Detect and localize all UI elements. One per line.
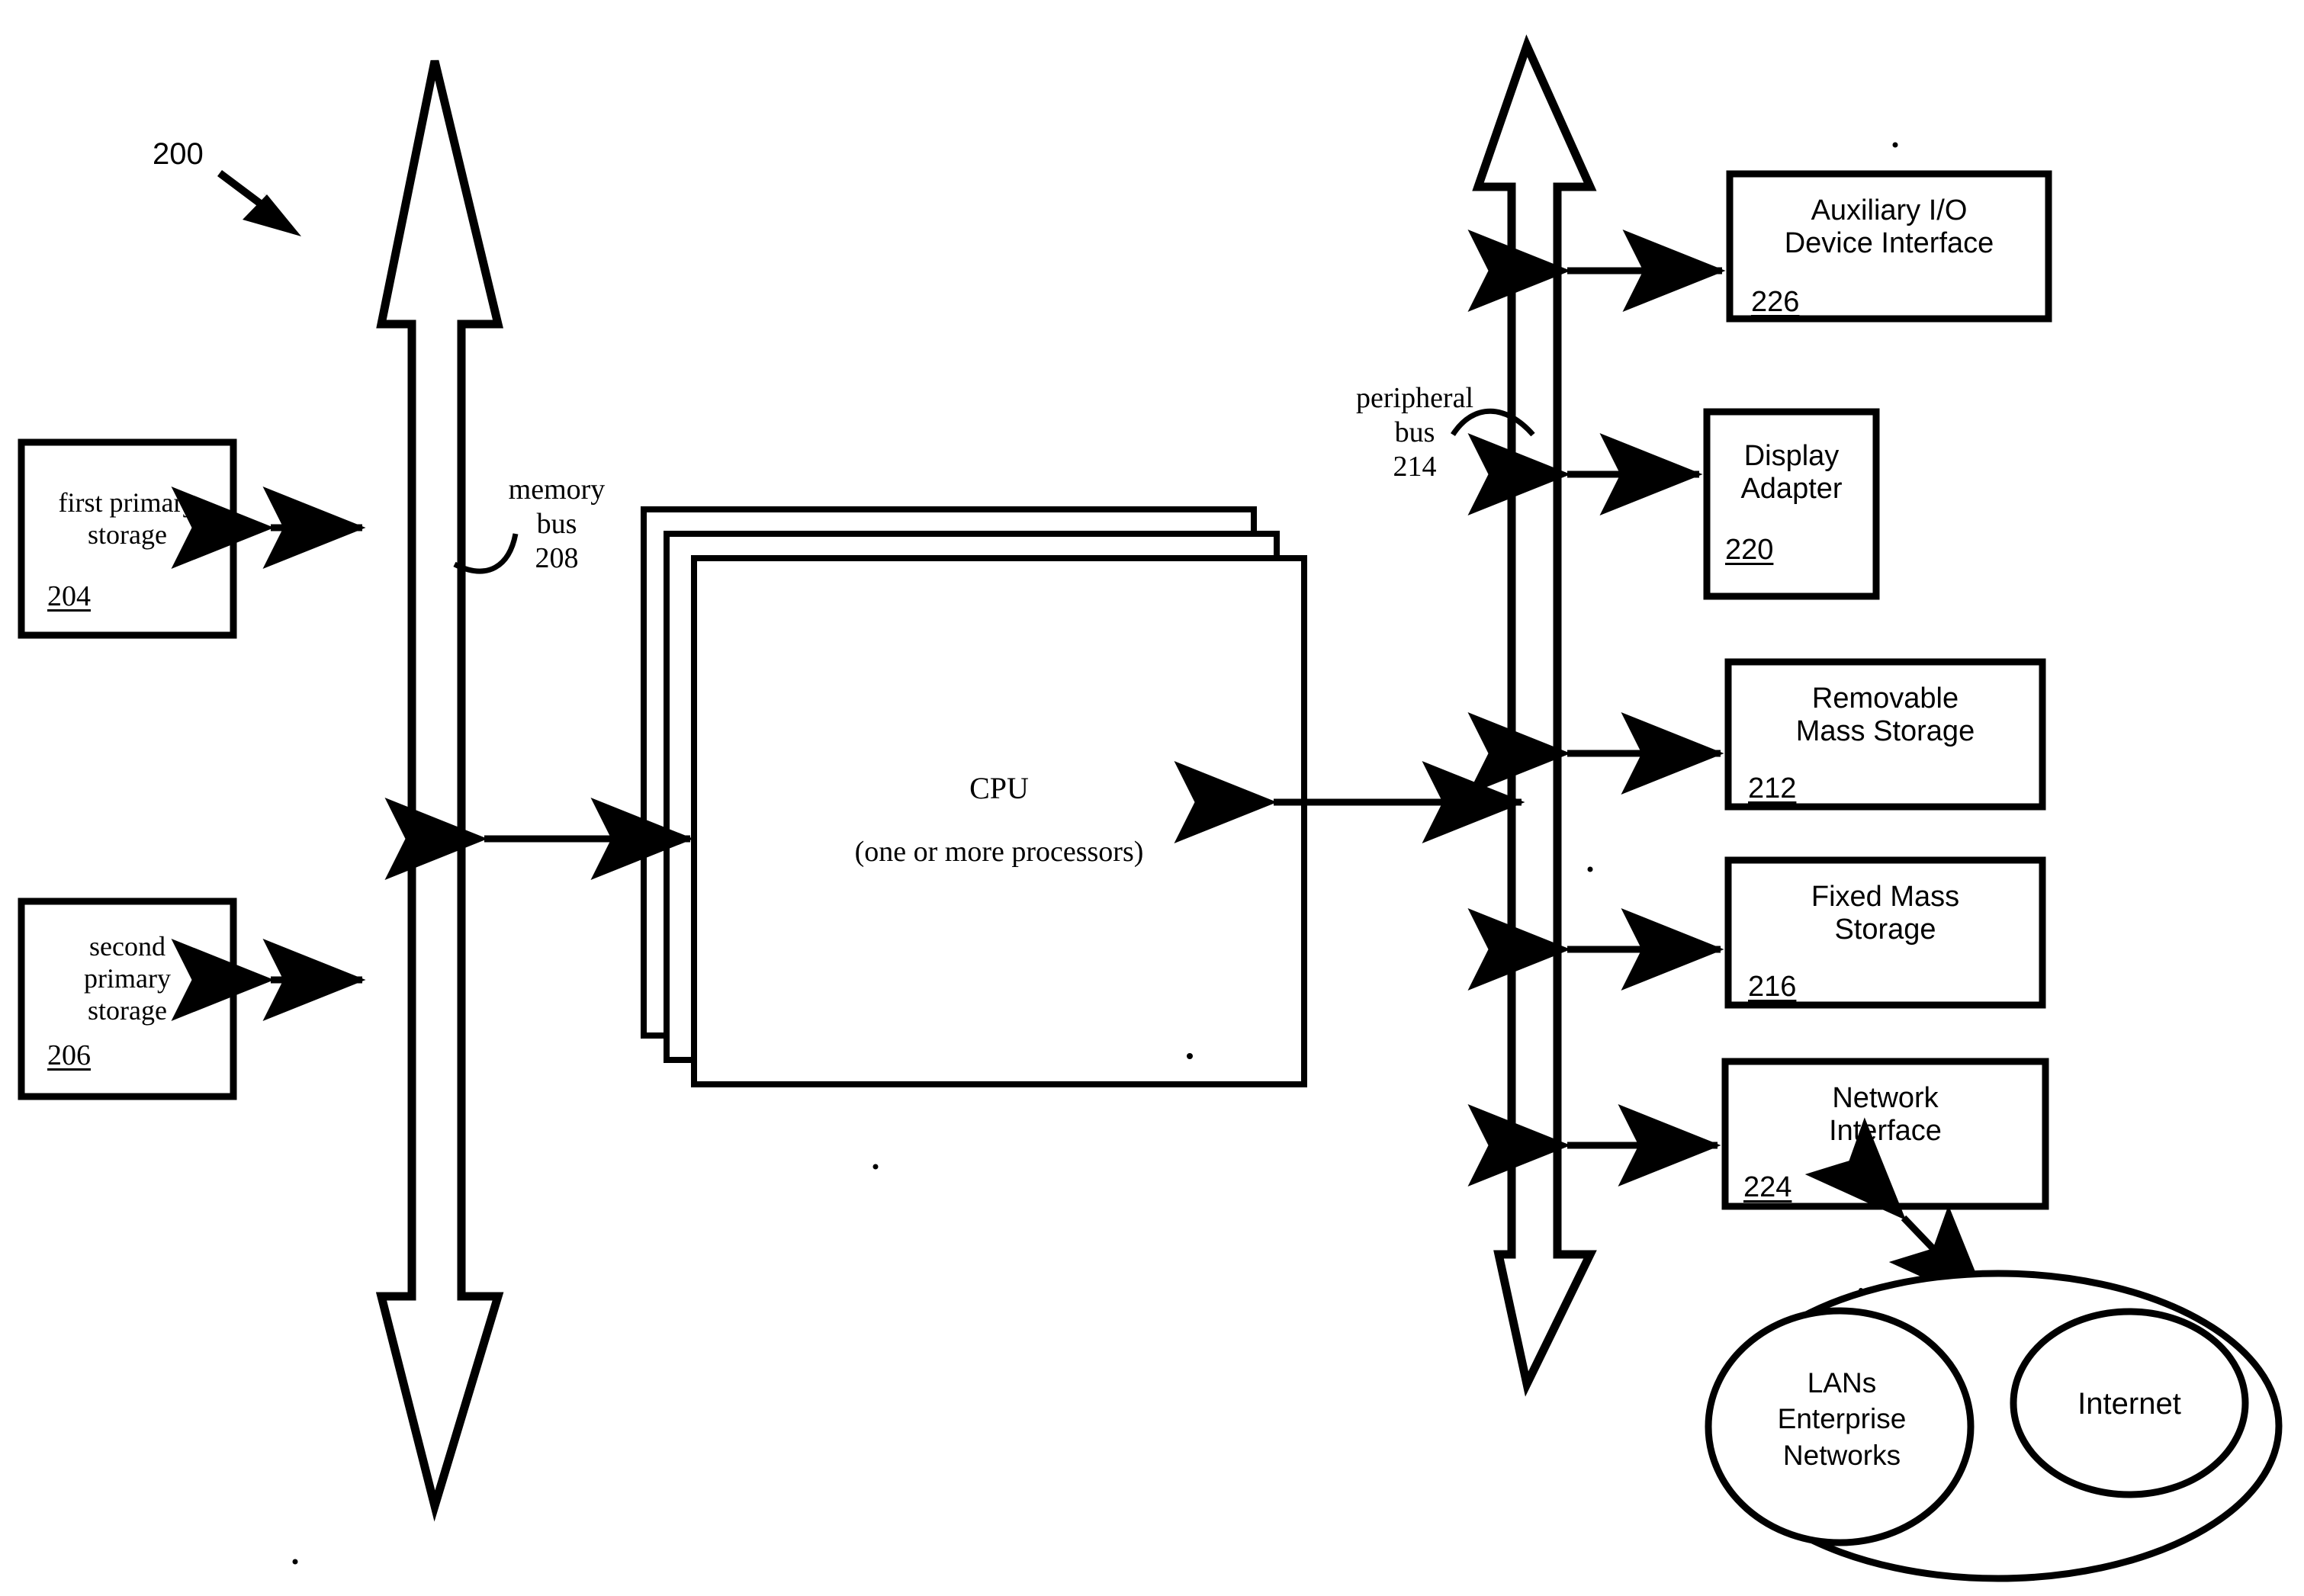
scan-speck	[1892, 142, 1898, 148]
memory-bus-arrow	[375, 59, 504, 1522]
fixed-mass-storage-line-1: Fixed Mass	[1811, 881, 1960, 913]
ref-network-interface: 224	[1743, 1171, 1792, 1203]
ref-auxiliary-io-device-interface: 226	[1751, 286, 1800, 318]
figure-reference-numeral: 200	[153, 137, 204, 171]
label-removable-mass-storage: Removable Mass Storage	[1728, 662, 2042, 769]
second-primary-storage-line-2: primary	[84, 962, 171, 994]
display-adapter-line-2: Adapter	[1740, 473, 1843, 505]
removable-mass-storage-line-1: Removable	[1811, 682, 1959, 715]
peripheral-bus-line-2: bus	[1394, 416, 1435, 448]
label-peripheral-bus: peripheral bus 214	[1323, 381, 1506, 483]
scan-speck	[1587, 866, 1593, 872]
scan-speck	[1859, 1288, 1863, 1293]
label-memory-bus: memory bus 208	[473, 473, 641, 575]
auxiliary-io-line-1: Auxiliary I/O	[1811, 194, 1968, 226]
label-display-adapter: Display Adapter	[1707, 416, 1876, 530]
fixed-mass-storage-line-2: Storage	[1834, 914, 1936, 946]
ref-display-adapter: 220	[1725, 534, 1774, 566]
figure-number-leader-arrow	[217, 170, 301, 236]
ref-first-primary-storage: 204	[47, 580, 91, 612]
label-first-primary-storage: first primary storage	[21, 442, 233, 595]
display-adapter-line-1: Display	[1743, 440, 1840, 472]
first-primary-storage-line-2: storage	[88, 519, 167, 550]
lans-line-2: Enterprise	[1777, 1403, 1907, 1435]
label-internet: Internet	[2077, 1387, 2181, 1421]
lans-line-1: LANs	[1807, 1367, 1877, 1399]
label-fixed-mass-storage: Fixed Mass Storage	[1728, 860, 2042, 967]
ref-second-primary-storage: 206	[47, 1039, 91, 1071]
removable-mass-storage-line-2: Mass Storage	[1795, 715, 1975, 747]
network-interface-line-2: Interface	[1829, 1115, 1942, 1147]
label-cpu-title: CPU	[969, 771, 1029, 805]
label-lans-enterprise-networks: LANs Enterprise Networks	[1731, 1365, 1952, 1473]
peripheral-bus-line-1: peripheral	[1355, 382, 1474, 414]
ref-fixed-mass-storage: 216	[1748, 971, 1797, 1003]
label-second-primary-storage: second primary storage	[21, 907, 233, 1048]
memory-bus-line-2: bus	[536, 507, 577, 540]
lans-line-3: Networks	[1782, 1439, 1901, 1471]
peripheral-bus-arrow	[1472, 34, 1597, 1397]
auxiliary-io-line-2: Device Interface	[1784, 227, 1994, 259]
memory-bus-line-3: 208	[535, 541, 579, 574]
peripheral-bus-line-3: 214	[1393, 450, 1437, 483]
patent-figure-canvas: 200 first primary storage 204 second pri…	[0, 0, 2304, 1596]
second-primary-storage-line-3: storage	[88, 994, 167, 1026]
scan-speck	[292, 1559, 298, 1565]
scan-speck	[872, 1164, 879, 1170]
second-primary-storage-line-1: second	[89, 930, 165, 962]
label-auxiliary-io-device-interface: Auxiliary I/O Device Interface	[1730, 174, 2049, 281]
memory-bus-line-1: memory	[508, 474, 606, 506]
label-network-interface: Network Interface	[1725, 1061, 2045, 1168]
ref-removable-mass-storage: 212	[1748, 772, 1797, 804]
scan-speck	[1187, 1053, 1193, 1059]
network-interface-line-1: Network	[1832, 1082, 1939, 1114]
label-cpu-subtitle: (one or more processors)	[854, 836, 1144, 868]
first-primary-storage-line-1: first primary	[58, 487, 197, 518]
